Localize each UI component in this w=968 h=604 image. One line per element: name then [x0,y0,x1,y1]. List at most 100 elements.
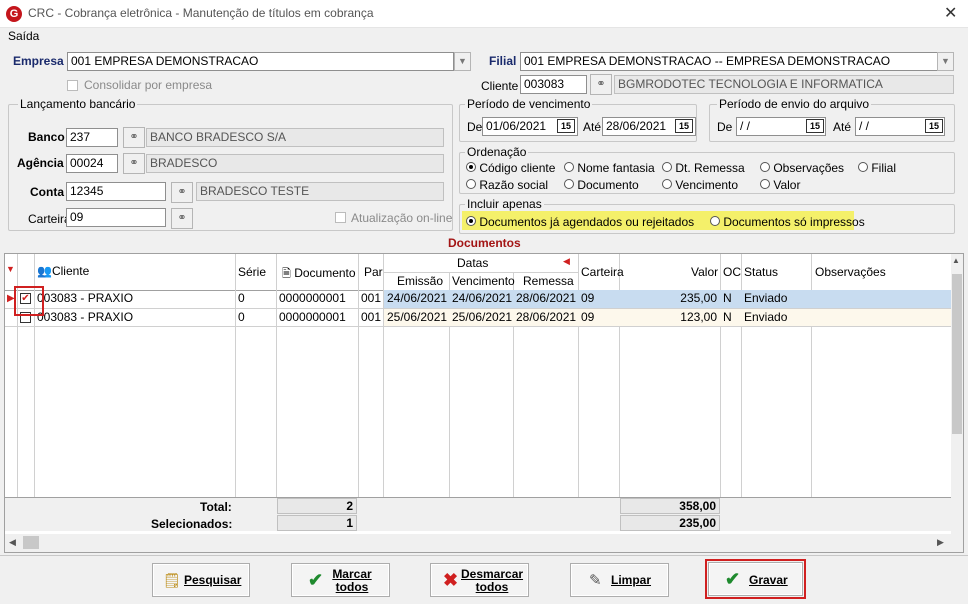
carteira-label: Carteira [28,212,71,226]
radio-icon [858,162,868,172]
ordenacao-vencimento[interactable]: Vencimento [662,178,738,192]
header-documento[interactable]: 🗎 Documento [282,265,356,284]
header-vencimento[interactable]: Vencimento [452,274,515,288]
carteira-code-input[interactable]: 09 [66,208,166,227]
cell-oc: N [723,310,732,324]
banco-search-binoculars-icon[interactable]: ⚭ [123,127,145,148]
scroll-up-icon[interactable]: ▲ [952,256,960,265]
selected-value: 235,00 [620,515,720,531]
desmarcar-todos-button[interactable]: ✖ Desmarcar todos [430,563,529,597]
conta-search-binoculars-icon[interactable]: ⚭ [171,182,193,203]
horizontal-scrollbar[interactable] [5,534,963,552]
cell-carteira: 09 [581,310,595,324]
horizontal-scroll-thumb[interactable] [23,536,39,549]
option-label: Nome fantasia [577,161,655,175]
header-status[interactable]: Status [744,265,778,279]
cell-documento: 0000000001 [279,310,346,324]
cell-remessa: 28/06/2021 [516,291,577,305]
option-label: Razão social [479,178,549,192]
carteira-search-binoculars-icon[interactable]: ⚭ [171,208,193,229]
option-label: Documento [577,178,639,192]
check-icon: ✔ [725,569,741,589]
close-icon[interactable]: ✕ [944,3,957,23]
cliente-code-input[interactable]: 003083 [520,75,587,94]
ordenacao-documento[interactable]: Documento [564,178,639,192]
datas-collapse-icon[interactable]: ◀ [563,256,570,267]
incluir-impressos-radio[interactable]: Documentos só impressos [710,215,865,229]
table-row[interactable]: ▶ ✔ 003083 - PRAXIO 0 0000000001 001 24/… [5,290,951,308]
banco-code-input[interactable]: 237 [66,128,118,147]
option-label: Código cliente [479,161,556,175]
ordenacao-observacoes[interactable]: Observações [760,161,844,175]
option-label: Vencimento [675,178,739,192]
cell-documento: 0000000001 [279,291,346,305]
gravar-button[interactable]: ✔ Gravar [708,562,803,596]
pesquisar-button[interactable]: 🗒 Pesquisar [152,563,250,597]
envio-de-calendar-icon[interactable]: 15 [806,119,824,133]
header-serie[interactable]: Série [238,265,266,279]
limpar-button[interactable]: ✎ Limpar [570,563,669,597]
filial-label: Filial [489,54,517,68]
header-emissao[interactable]: Emissão [397,274,443,288]
cliente-search-binoculars-icon[interactable]: ⚭ [590,74,612,95]
envio-ate-calendar-icon[interactable]: 15 [925,119,943,133]
ordenacao-nome-fantasia[interactable]: Nome fantasia [564,161,655,175]
radio-icon [466,162,476,172]
agencia-name: BRADESCO [146,154,444,173]
empresa-label: Empresa [13,54,64,68]
atualizacao-label: Atualização on-line [351,211,453,225]
header-par[interactable]: Par [364,265,383,279]
scroll-right-icon[interactable]: ▶ [937,537,944,548]
x-icon: ✖ [443,570,459,590]
ordenacao-codigo-cliente[interactable]: Código cliente [466,161,555,175]
cell-carteira: 09 [581,291,595,305]
incluir-legend: Incluir apenas [465,197,544,211]
radio-icon [564,179,574,189]
menu-saida[interactable]: Saída [8,29,39,43]
header-documento-label: Documento [294,266,356,280]
cell-par: 001 [361,310,382,324]
conta-code-input[interactable]: 12345 [66,182,166,201]
header-observacoes[interactable]: Observações [815,265,886,279]
vertical-scroll-thumb[interactable] [952,274,962,434]
conta-label: Conta [30,185,64,199]
cell-status: Enviado [744,310,788,324]
ordenacao-razao-social[interactable]: Razão social [466,178,548,192]
incluir-agendados-radio[interactable]: Documentos já agendados ou rejeitados [466,215,694,229]
radio-icon [466,216,476,226]
atualizacao-checkbox[interactable] [335,212,346,223]
radio-icon [662,162,672,172]
row-divider [5,326,951,327]
filial-dropdown-button[interactable]: ▼ [937,52,954,71]
option-label: Valor [773,178,801,192]
empresa-dropdown-button[interactable]: ▼ [454,52,471,71]
cell-status: Enviado [744,291,788,305]
ordenacao-dt-remessa[interactable]: Dt. Remessa [662,161,745,175]
marcar-todos-button[interactable]: ✔ Marcar todos [291,563,390,597]
scroll-left-icon[interactable]: ◀ [9,537,16,548]
empresa-select[interactable]: 001 EMPRESA DEMONSTRACAO [67,52,454,71]
table-row[interactable]: 003083 - PRAXIO 0 0000000001 001 25/06/2… [5,309,951,326]
header-oc[interactable]: OC [723,265,741,279]
cell-valor: 235,00 [680,291,717,305]
header-cliente[interactable]: 👥Cliente [37,264,89,278]
documents-grid: ▼ 👥Cliente Série 🗎 Documento Par Datas ◀… [4,253,964,553]
ordenacao-filial[interactable]: Filial [858,161,896,175]
header-valor[interactable]: Valor [691,265,718,279]
cell-serie: 0 [238,310,245,324]
periodo-envio-legend: Período de envio do arquivo [717,97,872,111]
option-label: Documentos já agendados ou rejeitados [479,215,695,229]
agencia-search-binoculars-icon[interactable]: ⚭ [123,153,145,174]
header-cliente-label: Cliente [51,264,90,278]
header-carteira[interactable]: Carteira [581,265,624,279]
option-label: Documentos só impressos [723,215,865,229]
radio-icon [760,179,770,189]
agencia-code-input[interactable]: 00024 [66,154,118,173]
consolidar-checkbox[interactable] [67,80,78,91]
venc-ate-calendar-icon[interactable]: 15 [675,119,693,133]
ordenacao-valor[interactable]: Valor [760,178,800,192]
venc-de-calendar-icon[interactable]: 15 [557,119,575,133]
filial-select[interactable]: 001 EMPRESA DEMONSTRACAO -- EMPRESA DEMO… [520,52,938,71]
header-remessa[interactable]: Remessa [523,274,574,288]
people-icon: 👥 [37,264,52,278]
